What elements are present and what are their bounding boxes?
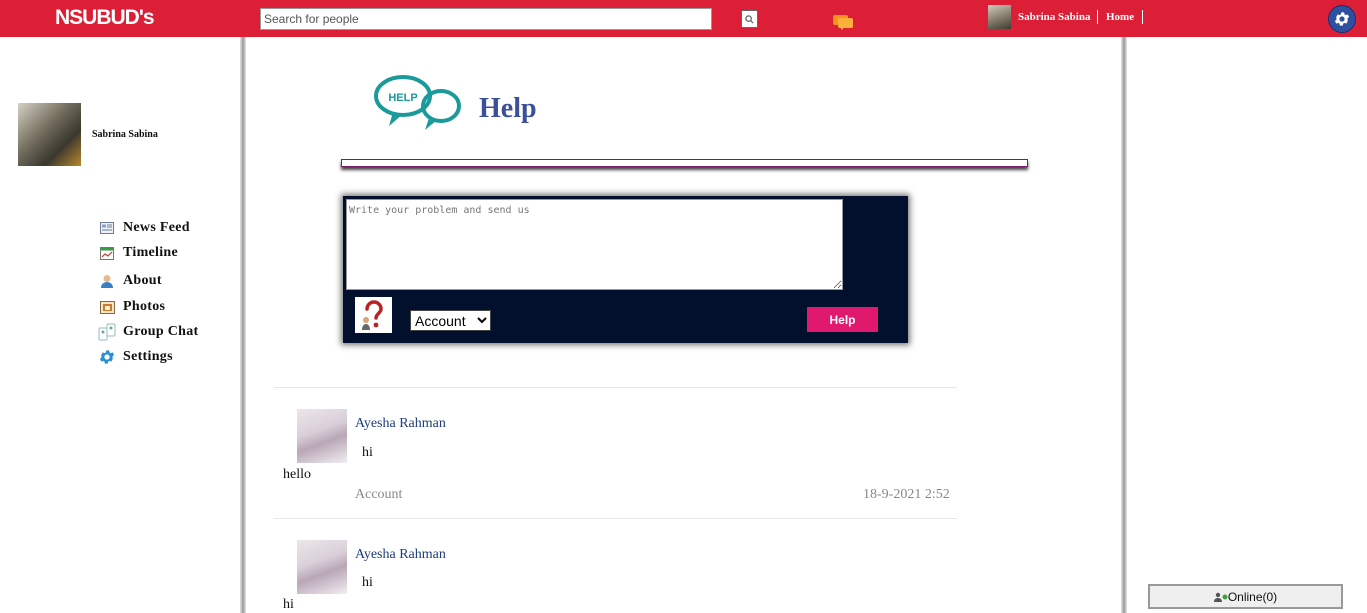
- photos-icon: [98, 299, 116, 315]
- sidebar-item-settings[interactable]: Settings: [98, 349, 173, 365]
- top-separator: [1142, 10, 1143, 24]
- messages-icon[interactable]: [832, 14, 854, 30]
- search-icon: [745, 14, 754, 24]
- post-divider: [274, 518, 957, 519]
- post-divider: [274, 387, 957, 388]
- home-link[interactable]: Home: [1106, 11, 1134, 23]
- title-divider: [341, 159, 1028, 167]
- sidebar-item-photos[interactable]: Photos: [98, 299, 165, 315]
- post-author-link[interactable]: Ayesha Rahman: [355, 547, 446, 563]
- profile-name[interactable]: Sabrina Sabina: [92, 129, 158, 140]
- online-label: Online(0): [1227, 589, 1278, 604]
- sidebar-item-news-feed[interactable]: News Feed: [98, 220, 190, 236]
- sidebar-item-label: Timeline: [123, 245, 179, 260]
- top-bar: NSUBUD's Sabrina Sabina Home: [0, 0, 1367, 37]
- profile-picture[interactable]: [18, 103, 81, 166]
- content-border-left: [240, 37, 246, 613]
- content-border-right: [1121, 37, 1127, 613]
- top-user-name[interactable]: Sabrina Sabina: [1018, 11, 1090, 23]
- search-input[interactable]: [260, 8, 712, 30]
- post-body: hi: [283, 597, 294, 612]
- online-user-icon: [1213, 592, 1228, 602]
- category-select[interactable]: Account: [410, 310, 491, 331]
- post-subject: hi: [362, 575, 373, 590]
- settings-icon: [98, 349, 116, 365]
- post-subject: hi: [362, 445, 373, 460]
- avatar[interactable]: [297, 540, 347, 594]
- help-form: Account Help: [343, 196, 908, 343]
- help-submit-button[interactable]: Help: [807, 307, 878, 332]
- help-logo-text: HELP: [388, 92, 417, 104]
- sidebar-item-timeline[interactable]: Timeline: [98, 245, 178, 261]
- search-button[interactable]: [741, 10, 758, 28]
- post-body: hello: [283, 467, 311, 482]
- post-category: Account: [355, 487, 403, 502]
- online-chat-button[interactable]: Online(0): [1148, 584, 1343, 609]
- sidebar-item-label: Group Chat: [123, 324, 199, 339]
- timeline-icon: [98, 245, 116, 261]
- avatar[interactable]: [297, 409, 347, 463]
- site-logo[interactable]: NSUBUD's: [55, 6, 155, 30]
- sidebar-item-label: Settings: [123, 349, 173, 364]
- top-avatar[interactable]: [988, 5, 1011, 29]
- post-timestamp: 18-9-2021 2:52: [863, 487, 950, 502]
- question-icon: [355, 297, 392, 333]
- problem-textarea[interactable]: [346, 199, 843, 290]
- sidebar-item-label: Photos: [123, 299, 166, 314]
- post-author-link[interactable]: Ayesha Rahman: [355, 416, 446, 432]
- about-icon: [98, 273, 116, 289]
- news-feed-icon: [98, 220, 116, 236]
- page-title: Help: [479, 93, 537, 124]
- group-chat-icon: [98, 323, 116, 341]
- sidebar-item-about[interactable]: About: [98, 273, 162, 289]
- sidebar-item-label: About: [123, 273, 162, 288]
- gear-icon: [1334, 12, 1350, 26]
- top-separator: [1097, 10, 1098, 24]
- sidebar-item-label: News Feed: [123, 220, 190, 235]
- sidebar-item-group-chat[interactable]: Group Chat: [98, 323, 199, 341]
- settings-button[interactable]: [1328, 5, 1356, 33]
- help-logo-icon: HELP: [374, 75, 461, 130]
